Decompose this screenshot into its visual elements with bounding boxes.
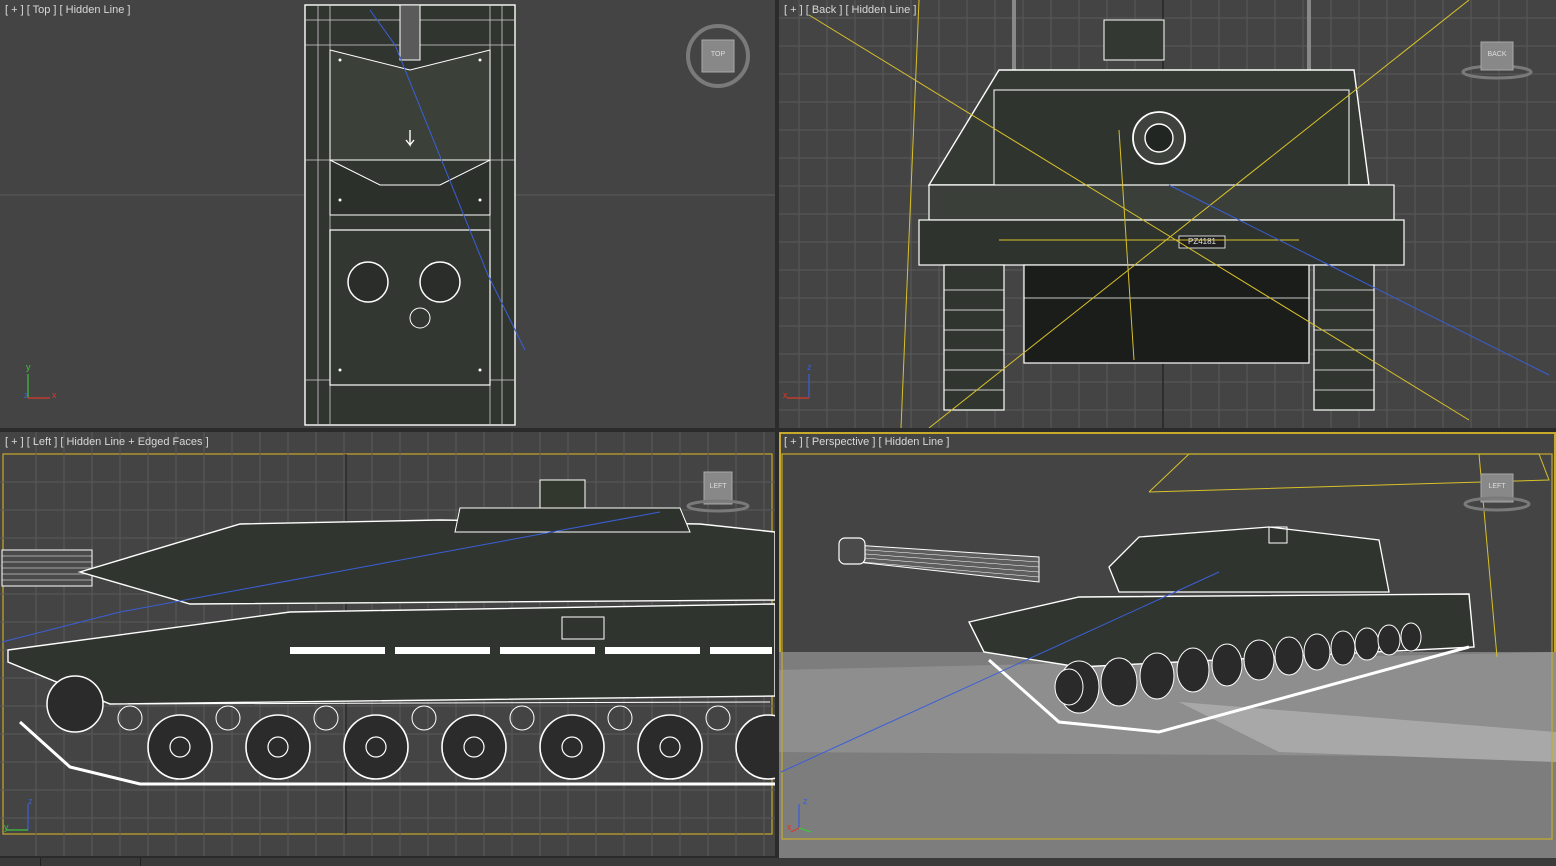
axis-z-label-left: z <box>28 796 33 806</box>
status-segment <box>40 858 71 866</box>
status-bar <box>0 858 1556 866</box>
viewport-label-left[interactable]: [ + ] [ Left ] [ Hidden Line + Edged Fac… <box>5 436 209 448</box>
axis-tripod-top <box>27 374 50 399</box>
axis-z-label-persp: z <box>803 796 808 806</box>
viewport-perspective[interactable]: [ + ] [ Perspective ] [ Hidden Line ] LE… <box>779 432 1556 860</box>
viewcube-perspective <box>1463 473 1531 512</box>
status-segment <box>140 858 157 866</box>
viewport-label-perspective[interactable]: [ + ] [ Perspective ] [ Hidden Line ] <box>784 436 949 448</box>
top-view-canvas <box>0 4 775 426</box>
axis-z-label-back: z <box>807 362 812 372</box>
axis-tripod-left <box>6 804 29 831</box>
viewcube-label-back[interactable]: BACK <box>1483 51 1511 58</box>
axis-tripod-back <box>787 374 810 399</box>
tank-left-wireframe <box>1 479 775 786</box>
viewport-back[interactable]: [ + ] [ Back ] [ Hidden Line ] BACK PZ41… <box>779 0 1556 428</box>
perspective-view-canvas <box>779 453 1556 860</box>
axis-x-label: x <box>52 390 57 400</box>
tank-top-wireframe <box>304 4 516 426</box>
axis-z-label: z <box>24 390 29 400</box>
axis-x-label-back: x <box>783 390 788 400</box>
left-view-canvas <box>0 432 775 856</box>
viewcube-back <box>1461 41 1533 80</box>
viewport-top[interactable]: [ + ] [ Top ] [ Hidden Line ] TOP y z x <box>0 0 775 428</box>
viewcube-label-perspective[interactable]: LEFT <box>1483 483 1511 490</box>
axis-x-label-persp: x <box>787 822 792 832</box>
viewport-left[interactable]: [ + ] [ Left ] [ Hidden Line + Edged Fac… <box>0 432 775 856</box>
axis-y-label-left: y <box>4 822 9 832</box>
viewport-label-top[interactable]: [ + ] [ Top ] [ Hidden Line ] <box>5 4 130 16</box>
viewcube-left <box>686 471 750 513</box>
axis-y-label: y <box>26 362 31 372</box>
back-view-canvas <box>779 0 1556 428</box>
viewcube-label-left[interactable]: LEFT <box>704 483 732 490</box>
viewcube-label-top[interactable]: TOP <box>704 51 732 58</box>
license-plate: PZ4181 <box>1187 237 1217 246</box>
viewport-label-back[interactable]: [ + ] [ Back ] [ Hidden Line ] <box>784 4 916 16</box>
